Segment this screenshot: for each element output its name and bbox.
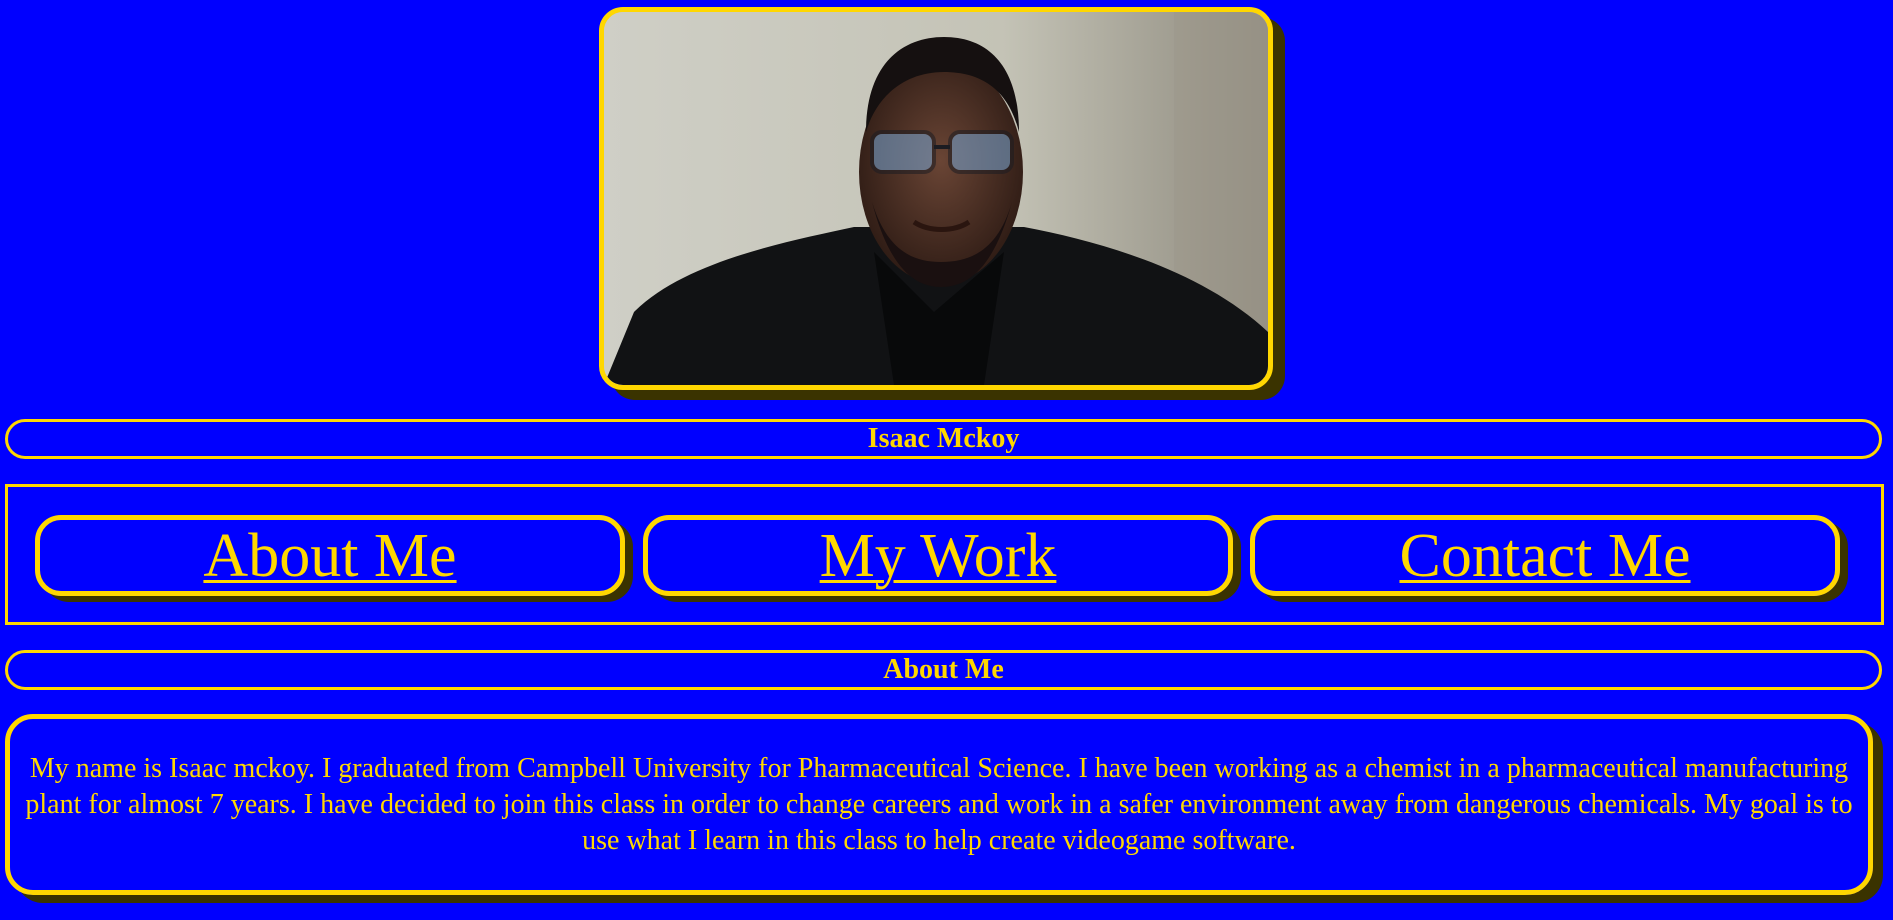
profile-photo-image [604,12,1268,385]
about-heading: About Me [883,654,1004,685]
profile-photo [599,7,1273,390]
profile-name-banner: Isaac Mckoy [5,419,1882,459]
about-bio-box: My name is Isaac mckoy. I graduated from… [5,714,1873,895]
about-bio-text: My name is Isaac mckoy. I graduated from… [25,752,1853,856]
nav-link-my-work[interactable]: My Work [820,525,1057,587]
nav-link-contact-me[interactable]: Contact Me [1400,525,1691,587]
nav-link-about-me[interactable]: About Me [203,525,456,587]
about-heading-banner: About Me [5,650,1882,690]
nav-button-about-me[interactable]: About Me [35,515,625,596]
page: Isaac Mckoy About Me My Work Contact Me … [0,0,1893,920]
nav-bar: About Me My Work Contact Me [5,484,1884,625]
nav-button-my-work[interactable]: My Work [643,515,1233,596]
profile-name: Isaac Mckoy [867,423,1020,454]
nav-button-contact-me[interactable]: Contact Me [1250,515,1840,596]
